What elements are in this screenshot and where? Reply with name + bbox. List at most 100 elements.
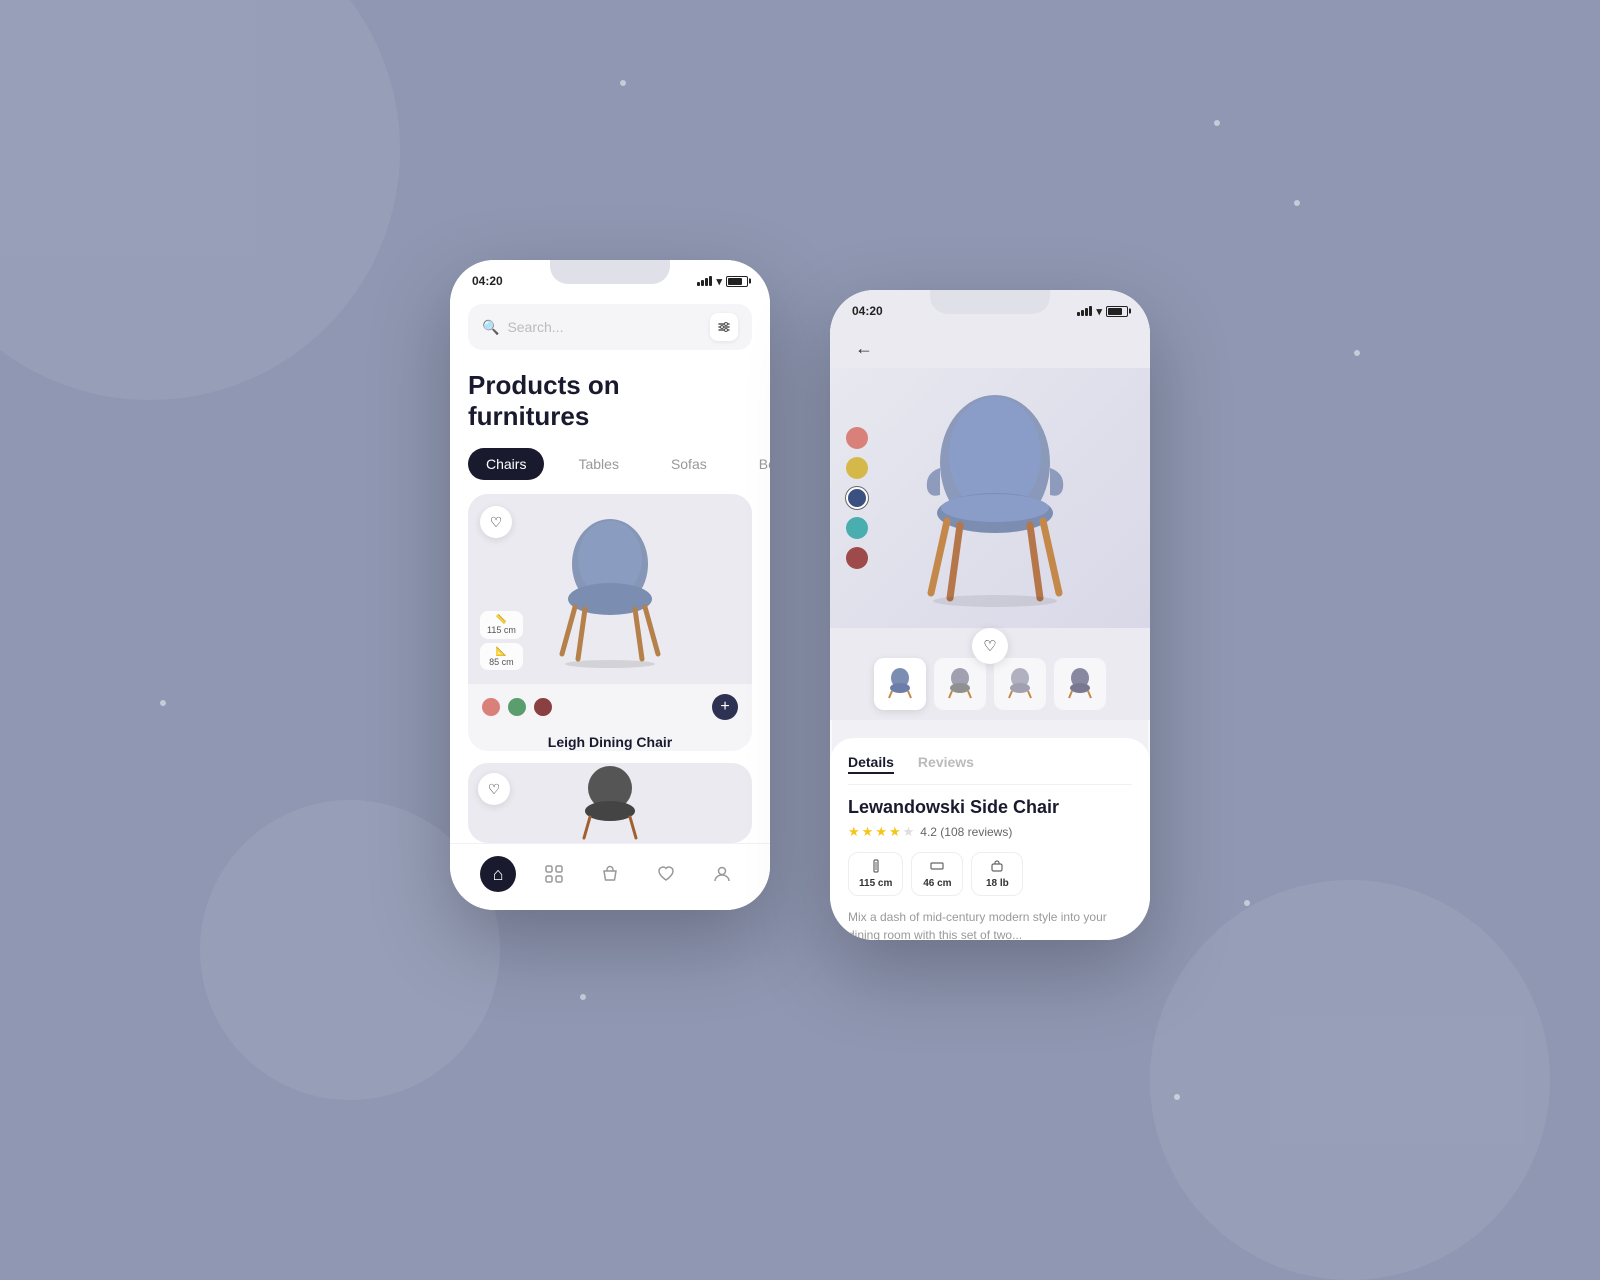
bottom-nav: ⌂ (450, 843, 770, 910)
screen-content-1: 🔍 Search... Products on furnitures (450, 296, 770, 843)
detail-header: ← (830, 326, 1150, 368)
palette-color-teal[interactable] (846, 517, 868, 539)
wishlist-button-1[interactable]: ♡ (480, 506, 512, 538)
rating-text: 4.2 (108 reviews) (920, 825, 1012, 839)
search-placeholder[interactable]: Search... (507, 319, 702, 335)
notch-2 (930, 290, 1050, 314)
tab-details[interactable]: Details (848, 754, 894, 774)
battery-icon-2 (1106, 306, 1128, 317)
width-icon (930, 859, 944, 876)
detail-image-area (830, 368, 1150, 628)
detail-chair-image (895, 383, 1085, 613)
status-icons: ▾ (697, 275, 748, 288)
nav-profile[interactable] (704, 856, 740, 892)
nav-wishlist[interactable] (648, 856, 684, 892)
category-tabs: Chairs Tables Sofas Beds (450, 448, 770, 480)
back-button[interactable]: ← (848, 332, 880, 364)
phone-list-screen: 04:20 ▾ 🔍 Search... (450, 260, 770, 910)
tab-beds[interactable]: Beds (741, 448, 770, 480)
color-dots-1: + (468, 684, 752, 730)
tab-tables[interactable]: Tables (560, 448, 636, 480)
deco-dot (620, 80, 626, 86)
search-icon: 🔍 (482, 319, 499, 336)
time-display-2: 04:20 (852, 304, 883, 318)
star-4: ★ (889, 824, 901, 840)
wifi-icon-2: ▾ (1096, 305, 1102, 318)
star-3: ★ (875, 824, 887, 840)
wishlist-button-2[interactable]: ♡ (478, 773, 510, 805)
status-icons-2: ▾ (1077, 305, 1128, 318)
product-detail-name: Lewandowski Side Chair (848, 797, 1132, 818)
product-name-1: Leigh Dining Chair (482, 734, 738, 750)
deco-dot (580, 994, 586, 1000)
spec-box-weight: 18 lb (971, 852, 1023, 896)
add-color-button[interactable]: + (712, 694, 738, 720)
bg-decoration-2 (1150, 880, 1550, 1280)
star-5-half: ★ (903, 824, 915, 840)
palette-color-pink[interactable] (846, 427, 868, 449)
star-2: ★ (862, 824, 874, 840)
signal-icon-2 (1077, 306, 1092, 316)
deco-dot (160, 700, 166, 706)
specs-row: 115 cm 46 cm (848, 852, 1132, 896)
star-1: ★ (848, 824, 860, 840)
phones-container: 04:20 ▾ 🔍 Search... (450, 260, 1150, 940)
tab-chairs[interactable]: Chairs (468, 448, 544, 480)
product-image-1: ♡ 📏 115 cm 📐 85 cm (468, 494, 752, 684)
detail-panel: Details Reviews Lewandowski Side Chair ★… (830, 738, 1150, 940)
thumbnail-3[interactable] (994, 658, 1046, 710)
deco-dot (1244, 900, 1250, 906)
weight-icon (990, 859, 1004, 876)
color-palette (846, 427, 868, 569)
tab-reviews[interactable]: Reviews (918, 754, 974, 774)
filter-icon[interactable] (710, 313, 738, 341)
phone-detail-screen: 04:20 ▾ ← (830, 290, 1150, 940)
height-icon (869, 859, 883, 876)
products-list: ♡ 📏 115 cm 📐 85 cm (450, 494, 770, 843)
wifi-icon: ▾ (716, 275, 722, 288)
spec-box-width: 46 cm (911, 852, 963, 896)
signal-icon (697, 276, 712, 286)
palette-color-blue[interactable] (846, 487, 868, 509)
deco-dot (1294, 200, 1300, 206)
spec-height: 📏 115 cm (480, 611, 523, 639)
deco-dot (1214, 120, 1220, 126)
spec-height-val: 115 cm (859, 878, 892, 889)
spec-width-val: 46 cm (923, 878, 951, 889)
battery-icon (726, 276, 748, 287)
spec-width: 📐 85 cm (480, 643, 523, 671)
color-option-brown[interactable] (534, 698, 552, 716)
chair-image-1 (540, 509, 680, 669)
product-specs-1: 📏 115 cm 📐 85 cm (480, 611, 523, 670)
nav-home[interactable]: ⌂ (480, 856, 516, 892)
palette-color-red[interactable] (846, 547, 868, 569)
spec-box-height: 115 cm (848, 852, 903, 896)
color-option-green[interactable] (508, 698, 526, 716)
wishlist-float-button[interactable]: ♡ (972, 628, 1008, 664)
time-display: 04:20 (472, 274, 503, 288)
star-rating: ★ ★ ★ ★ ★ (848, 824, 914, 840)
palette-color-yellow[interactable] (846, 457, 868, 479)
search-bar[interactable]: 🔍 Search... (468, 304, 752, 350)
tab-sofas[interactable]: Sofas (653, 448, 725, 480)
rating-row: ★ ★ ★ ★ ★ 4.2 (108 reviews) (848, 824, 1132, 840)
wishlist-spacer: ♡ (830, 628, 1150, 648)
product-description: Mix a dash of mid-century modern style i… (848, 908, 1132, 940)
page-title: Products on furnitures (450, 364, 770, 448)
notch (550, 260, 670, 284)
nav-bag[interactable] (592, 856, 628, 892)
product-info-1: Leigh Dining Chair $195.00 (468, 730, 752, 751)
detail-tabs: Details Reviews (848, 754, 1132, 785)
bg-decoration-1 (0, 0, 400, 400)
spec-weight-val: 18 lb (986, 878, 1009, 889)
deco-dot (1174, 1094, 1180, 1100)
product-card-2[interactable]: ♡ (468, 763, 752, 843)
thumbnail-4[interactable] (1054, 658, 1106, 710)
color-option-red[interactable] (482, 698, 500, 716)
thumbnail-1[interactable] (874, 658, 926, 710)
thumbnail-2[interactable] (934, 658, 986, 710)
nav-grid[interactable] (536, 856, 572, 892)
chair-image-2 (570, 763, 650, 843)
detail-top-area: ← (830, 326, 1150, 720)
product-card-1[interactable]: ♡ 📏 115 cm 📐 85 cm (468, 494, 752, 751)
